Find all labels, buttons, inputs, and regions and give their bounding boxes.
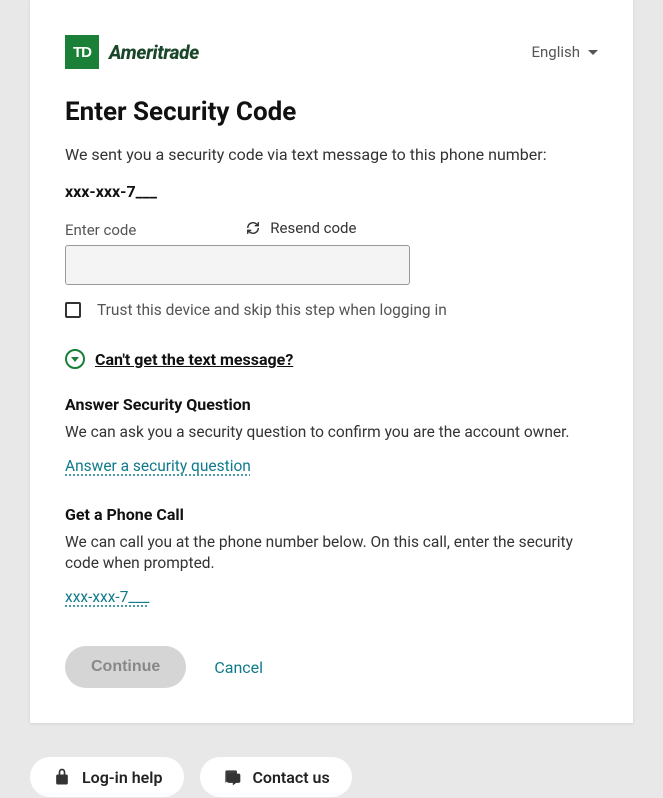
continue-button[interactable]: Continue	[65, 646, 186, 688]
login-help-label: Log-in help	[82, 768, 162, 787]
security-code-input[interactable]	[65, 245, 410, 285]
disclosure-label: Can't get the text message?	[95, 350, 293, 369]
page-title: Enter Security Code	[65, 97, 598, 127]
lock-icon	[52, 767, 72, 787]
language-selector[interactable]: English	[531, 43, 598, 61]
trust-device-label: Trust this device and skip this step whe…	[97, 301, 447, 319]
code-label-row: Enter code Resend code	[65, 219, 598, 239]
expand-circle-icon	[65, 349, 85, 369]
action-row: Continue Cancel	[65, 646, 598, 688]
security-question-body: We can ask you a security question to co…	[65, 422, 598, 444]
masked-phone-number: xxx-xxx-7___	[65, 182, 598, 201]
trust-device-checkbox[interactable]	[65, 302, 81, 318]
instruction-text: We sent you a security code via text mes…	[65, 145, 598, 164]
brand-name: Ameritrade	[109, 41, 199, 64]
enter-code-label: Enter code	[65, 221, 136, 239]
security-question-heading: Answer Security Question	[65, 395, 598, 414]
security-code-card: TD Ameritrade English Enter Security Cod…	[30, 0, 633, 723]
chat-icon	[222, 767, 242, 787]
td-logo-icon: TD	[65, 35, 99, 69]
phone-call-link[interactable]: xxx-xxx-7___	[65, 588, 149, 606]
resend-code-button[interactable]: Resend code	[246, 219, 356, 237]
chevron-down-icon	[588, 50, 598, 55]
contact-us-button[interactable]: Contact us	[200, 757, 351, 797]
refresh-icon	[246, 221, 260, 235]
brand-logo: TD Ameritrade	[65, 35, 199, 69]
trust-device-row: Trust this device and skip this step whe…	[65, 301, 598, 319]
answer-security-question-link[interactable]: Answer a security question	[65, 457, 251, 475]
login-help-button[interactable]: Log-in help	[30, 757, 184, 797]
footer-pills: Log-in help Contact us	[30, 757, 633, 797]
contact-us-label: Contact us	[252, 768, 329, 787]
language-label: English	[531, 43, 580, 61]
cancel-button[interactable]: Cancel	[214, 658, 263, 677]
cant-get-message-toggle[interactable]: Can't get the text message?	[65, 349, 598, 369]
card-header: TD Ameritrade English	[65, 35, 598, 69]
phone-call-body: We can call you at the phone number belo…	[65, 532, 598, 575]
phone-call-heading: Get a Phone Call	[65, 505, 598, 524]
resend-code-label: Resend code	[270, 219, 356, 237]
